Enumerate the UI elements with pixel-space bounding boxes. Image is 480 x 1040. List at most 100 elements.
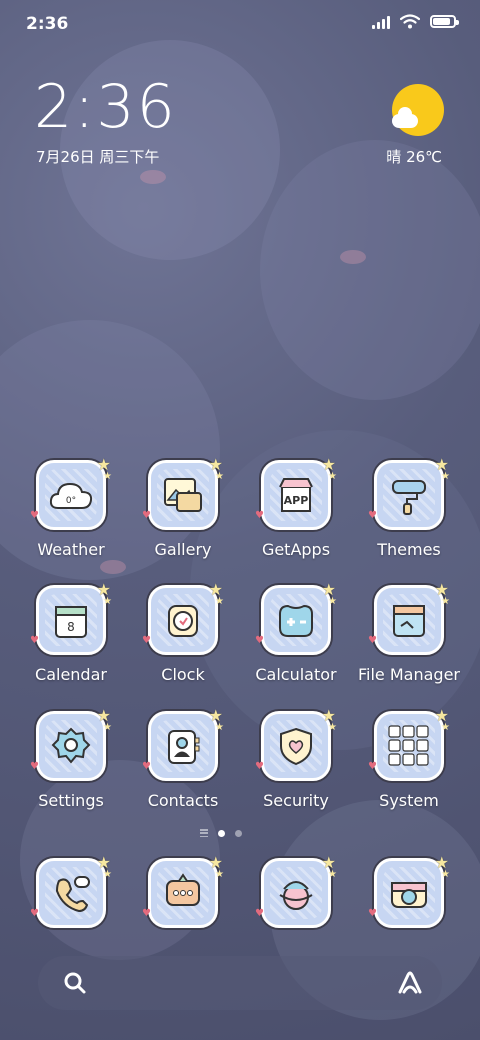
settings-app-icon[interactable]: ★ ★ ♥ xyxy=(30,706,112,781)
app-themes[interactable]: ★ ★ ♥ Themes xyxy=(354,455,464,559)
dock-item-camera[interactable]: ★ ★ ♥ xyxy=(354,853,464,928)
app-security[interactable]: ★ ★ ♥ Security xyxy=(241,706,351,810)
wallpaper-shape xyxy=(260,140,480,400)
app-label: File Manager xyxy=(358,665,460,684)
camera-app-icon[interactable]: ★ ★ ♥ xyxy=(368,853,450,928)
heart-icon: ♥ xyxy=(142,510,151,521)
star-icon: ★ xyxy=(215,869,224,880)
phone-icon xyxy=(39,861,103,925)
app-settings[interactable]: ★ ★ ♥ Settings xyxy=(16,706,126,810)
star-icon: ★ xyxy=(441,471,450,482)
app-contacts[interactable]: ★ ★ ♥ Contacts xyxy=(128,706,238,810)
star-icon: ★ xyxy=(215,722,224,733)
heart-icon: ♥ xyxy=(30,761,39,772)
heart-icon: ♥ xyxy=(142,908,151,919)
app-label: GetApps xyxy=(261,540,331,559)
app-system[interactable]: ★ ★ ♥ System xyxy=(354,706,464,810)
battery-icon xyxy=(430,15,459,28)
search-bar[interactable] xyxy=(38,956,442,1010)
file-manager-app-icon[interactable]: ★ ★ ♥ xyxy=(368,580,450,655)
star-icon: ★ xyxy=(328,869,337,880)
heart-icon: ♥ xyxy=(368,510,377,521)
heart-icon: ♥ xyxy=(368,908,377,919)
search-icon[interactable] xyxy=(62,970,88,996)
camera-icon xyxy=(377,861,441,925)
clock-icon xyxy=(151,588,215,652)
app-label: Contacts xyxy=(147,791,219,810)
page-indicator xyxy=(200,829,242,837)
dock-item-phone[interactable]: ★ ★ ♥ xyxy=(16,853,126,928)
messages-icon xyxy=(151,861,215,925)
app-label: Gallery xyxy=(154,540,212,559)
svg-text:8: 8 xyxy=(67,620,75,634)
app-getapps[interactable]: ★ ★ ♥ APP GetApps xyxy=(241,455,351,559)
app-clock[interactable]: ★ ★ ♥ Clock xyxy=(128,580,238,684)
security-icon xyxy=(264,714,328,778)
page-dot-2[interactable] xyxy=(235,829,242,837)
star-icon: ★ xyxy=(103,471,112,482)
status-bar: 2:36 xyxy=(0,0,480,48)
calculator-app-icon[interactable]: ★ ★ ♥ xyxy=(255,580,337,655)
heart-icon: ♥ xyxy=(255,908,264,919)
star-icon: ★ xyxy=(215,596,224,607)
messages-app-icon[interactable]: ★ ★ ♥ xyxy=(142,853,224,928)
star-icon: ★ xyxy=(441,596,450,607)
calendar-app-icon[interactable]: ★ ★ ♥ 8 xyxy=(30,580,112,655)
system-app-icon[interactable]: ★ ★ ♥ xyxy=(368,706,450,781)
wallpaper-blush xyxy=(340,250,366,264)
page-dot-1[interactable] xyxy=(218,829,225,837)
battery-level xyxy=(433,18,450,25)
app-weather[interactable]: ★ ★ ♥ 0° Weather xyxy=(16,455,126,559)
calculator-icon xyxy=(264,588,328,652)
wallpaper-blush xyxy=(100,560,126,574)
dock-item-browser[interactable]: ★ ★ ♥ xyxy=(241,853,351,928)
system-icon xyxy=(377,714,441,778)
clock-app-icon[interactable]: ★ ★ ♥ xyxy=(142,580,224,655)
assistant-icon[interactable] xyxy=(396,970,424,996)
app-file-manager[interactable]: ★ ★ ♥ File Manager xyxy=(354,580,464,684)
app-label: Security xyxy=(263,791,329,810)
dock-item-messages[interactable]: ★ ★ ♥ xyxy=(128,853,238,928)
app-label: Calendar xyxy=(35,665,107,684)
app-calendar[interactable]: ★ ★ ♥ 8 Calendar xyxy=(16,580,126,684)
app-label: Clock xyxy=(161,665,205,684)
settings-icon xyxy=(39,714,103,778)
themes-icon xyxy=(377,463,441,527)
security-app-icon[interactable]: ★ ★ ♥ xyxy=(255,706,337,781)
browser-app-icon[interactable]: ★ ★ ♥ xyxy=(255,853,337,928)
heart-icon: ♥ xyxy=(142,761,151,772)
star-icon: ★ xyxy=(441,869,450,880)
app-gallery[interactable]: ★ ★ ♥ Gallery xyxy=(128,455,238,559)
heart-icon: ♥ xyxy=(255,510,264,521)
clock-widget-time[interactable]: 2:36 xyxy=(34,72,177,142)
heart-icon: ♥ xyxy=(255,761,264,772)
heart-icon: ♥ xyxy=(368,761,377,772)
weather-summary[interactable]: 晴 26℃ xyxy=(386,146,442,167)
signal-icon xyxy=(372,15,390,29)
weather-app-icon[interactable]: ★ ★ ♥ 0° xyxy=(30,455,112,530)
star-icon: ★ xyxy=(328,471,337,482)
themes-app-icon[interactable]: ★ ★ ♥ xyxy=(368,455,450,530)
getapps-icon: APP xyxy=(264,463,328,527)
clock-widget-date[interactable]: 7月26日 周三下午 xyxy=(36,146,159,167)
contacts-app-icon[interactable]: ★ ★ ♥ xyxy=(142,706,224,781)
app-label: Settings xyxy=(38,791,104,810)
star-icon: ★ xyxy=(215,471,224,482)
heart-icon: ♥ xyxy=(368,635,377,646)
gallery-app-icon[interactable]: ★ ★ ♥ xyxy=(142,455,224,530)
gallery-icon xyxy=(151,463,215,527)
app-calculator[interactable]: ★ ★ ♥ Calculator xyxy=(241,580,351,684)
file-manager-icon xyxy=(377,588,441,652)
star-icon: ★ xyxy=(441,722,450,733)
calendar-icon: 8 xyxy=(39,588,103,652)
star-icon: ★ xyxy=(328,596,337,607)
wallpaper-blush xyxy=(140,170,166,184)
page-list-icon xyxy=(200,829,208,837)
heart-icon: ♥ xyxy=(255,635,264,646)
getapps-app-icon[interactable]: ★ ★ ♥ APP xyxy=(255,455,337,530)
star-icon: ★ xyxy=(103,869,112,880)
wifi-icon xyxy=(400,14,420,29)
weather-icon: 0° xyxy=(39,463,103,527)
app-label: Calculator xyxy=(255,665,337,684)
phone-app-icon[interactable]: ★ ★ ♥ xyxy=(30,853,112,928)
